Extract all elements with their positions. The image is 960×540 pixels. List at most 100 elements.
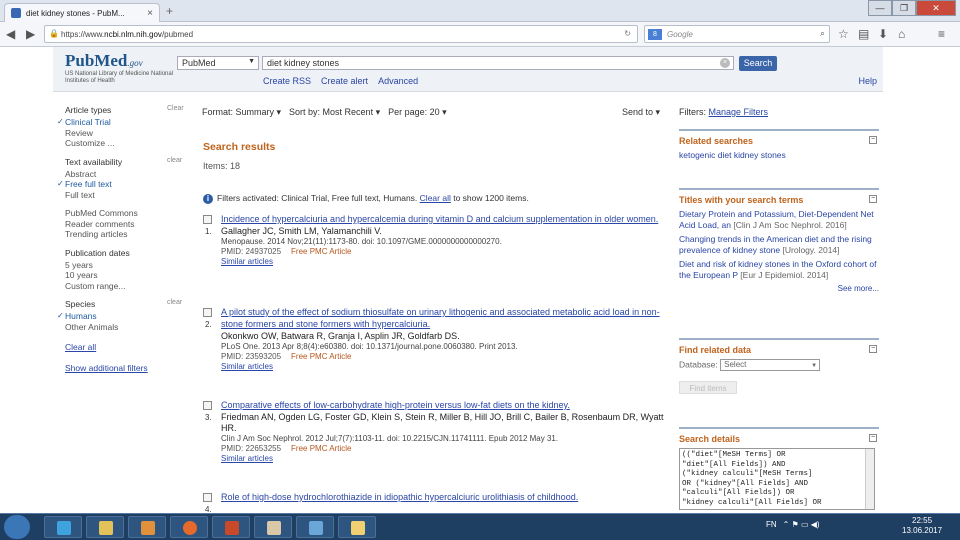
filter-item[interactable]: 5 years: [65, 260, 185, 271]
forward-arrow-icon[interactable]: ▶: [26, 27, 35, 41]
close-window-button[interactable]: ✕: [916, 0, 956, 16]
format-dropdown[interactable]: Format: Summary ▾: [202, 107, 281, 118]
search-details-textarea[interactable]: (("diet"[MeSH Terms] OR "diet"[All Field…: [679, 448, 875, 510]
similar-articles-link[interactable]: Similar articles: [221, 362, 669, 372]
free-pmc-link[interactable]: Free PMC Article: [291, 444, 351, 453]
result-checkbox[interactable]: [203, 215, 212, 224]
result-title-link[interactable]: Comparative effects of low-carbohydrate …: [221, 399, 669, 411]
search-button[interactable]: Search: [739, 56, 777, 71]
menu-icon[interactable]: ≡: [938, 27, 945, 41]
result-pmid: PMID: 22653255: [221, 444, 282, 453]
new-tab-button[interactable]: +: [166, 4, 173, 18]
help-link[interactable]: Help: [858, 76, 877, 86]
taskbar-media[interactable]: [128, 516, 166, 538]
search-input[interactable]: diet kidney stones ×: [262, 56, 734, 70]
close-tab-icon[interactable]: ×: [147, 8, 153, 19]
maximize-button[interactable]: ❐: [892, 0, 916, 16]
filter-item[interactable]: Custom range...: [65, 281, 185, 292]
clear-search-icon[interactable]: ×: [720, 58, 730, 68]
see-more-link[interactable]: See more...: [679, 284, 879, 293]
title-link[interactable]: Changing trends in the American diet and…: [679, 234, 879, 255]
panel-title: Related searches: [679, 136, 754, 146]
scrollbar[interactable]: [865, 449, 874, 509]
filter-item[interactable]: PubMed Commons: [65, 208, 185, 219]
collapse-icon[interactable]: −: [869, 345, 877, 353]
filter-item[interactable]: Other Animals: [65, 322, 185, 333]
find-items-button[interactable]: Find items: [679, 381, 737, 394]
browser-tab[interactable]: diet kidney stones - PubM... ×: [4, 3, 160, 22]
browser-tab-bar: diet kidney stones - PubM... × + — ❐ ✕: [0, 0, 960, 22]
create-rss-link[interactable]: Create RSS: [263, 76, 311, 86]
filter-clear-link[interactable]: clear: [167, 157, 182, 164]
result-checkbox[interactable]: [203, 493, 212, 502]
home-icon[interactable]: ⌂: [898, 27, 905, 41]
send-to-dropdown[interactable]: Send to ▾: [622, 107, 660, 118]
address-bar[interactable]: 🔒 https://www.ncbi.nlm.nih.gov/pubmed ↻: [44, 25, 638, 43]
tray-icons[interactable]: ⌃ ⚑ ▭ ◀): [783, 520, 820, 529]
back-arrow-icon[interactable]: ◀: [6, 27, 15, 41]
related-search-link[interactable]: ketogenic diet kidney stones: [679, 150, 879, 161]
result-title-link[interactable]: Incidence of hypercalciuria and hypercal…: [221, 213, 669, 225]
filter-item[interactable]: Abstract: [65, 169, 185, 180]
filter-item[interactable]: Clinical Trial: [57, 117, 185, 128]
taskbar-firefox[interactable]: [170, 516, 208, 538]
start-button[interactable]: [4, 515, 30, 539]
show-additional-filters-link[interactable]: Show additional filters: [65, 363, 185, 374]
panel-title: Find related data: [679, 345, 752, 355]
pubmed-logo[interactable]: PubMed.gov: [65, 51, 143, 71]
filter-item[interactable]: Reader comments: [65, 219, 185, 230]
clear-all-filters-link[interactable]: Clear all: [65, 342, 185, 353]
free-pmc-link[interactable]: Free PMC Article: [291, 352, 351, 361]
filter-item[interactable]: Review: [65, 128, 185, 139]
lock-icon: 🔒: [49, 29, 59, 38]
result-title-link[interactable]: A pilot study of the effect of sodium th…: [221, 306, 669, 330]
collapse-icon[interactable]: −: [869, 434, 877, 442]
folder-icon: [99, 521, 113, 535]
bookmark-star-icon[interactable]: ☆: [838, 27, 849, 41]
filter-clear-link[interactable]: clear: [167, 299, 182, 306]
similar-articles-link[interactable]: Similar articles: [221, 257, 669, 267]
advanced-link[interactable]: Advanced: [378, 76, 418, 86]
magnifier-icon[interactable]: ⌕: [820, 28, 825, 39]
filter-item[interactable]: 10 years: [65, 270, 185, 281]
language-indicator[interactable]: FN: [766, 520, 777, 529]
taskbar-paint[interactable]: [254, 516, 292, 538]
download-icon[interactable]: ⬇: [878, 27, 888, 41]
filter-clear-link[interactable]: Clear: [167, 105, 184, 112]
filter-item[interactable]: Trending articles: [65, 229, 185, 240]
clock[interactable]: 22:55 13.06.2017: [902, 516, 942, 536]
result-checkbox[interactable]: [203, 401, 212, 410]
filter-item[interactable]: Free full text: [57, 179, 185, 190]
collapse-icon[interactable]: −: [869, 195, 877, 203]
collapse-icon[interactable]: −: [869, 136, 877, 144]
filter-group-title: Article types: [65, 105, 112, 115]
sort-dropdown[interactable]: Sort by: Most Recent ▾: [289, 107, 380, 118]
result-title-link[interactable]: Role of high-dose hydrochlorothiazide in…: [221, 491, 669, 503]
filter-item[interactable]: Humans: [57, 311, 185, 322]
manage-filters-link[interactable]: Manage Filters: [709, 107, 769, 117]
taskbar-app[interactable]: [296, 516, 334, 538]
taskbar-powerpoint[interactable]: [212, 516, 250, 538]
create-alert-link[interactable]: Create alert: [321, 76, 368, 86]
taskbar-usb[interactable]: [338, 516, 376, 538]
filters-clear-all-link[interactable]: Clear all: [420, 193, 451, 203]
browser-nav-bar: ◀ ▶ 🔒 https://www.ncbi.nlm.nih.gov/pubme…: [0, 22, 960, 47]
similar-articles-link[interactable]: Similar articles: [221, 454, 669, 464]
related-database-select[interactable]: Select ▼: [720, 359, 821, 371]
filter-item[interactable]: Customize ...: [65, 138, 185, 149]
free-pmc-link[interactable]: Free PMC Article: [291, 247, 351, 256]
per-page-dropdown[interactable]: Per page: 20 ▾: [388, 107, 447, 118]
filter-group-text-availability: Text availability clear Abstract Free ful…: [57, 157, 185, 201]
taskbar-ie[interactable]: [44, 516, 82, 538]
reload-icon[interactable]: ↻: [624, 29, 631, 38]
related-database-value: Select: [724, 360, 747, 369]
filter-item[interactable]: Full text: [65, 190, 185, 201]
minimize-button[interactable]: —: [868, 0, 892, 16]
browser-search-field[interactable]: 8 Google ⌕: [644, 25, 830, 43]
title-link[interactable]: Diet and risk of kidney stones in the Ox…: [679, 259, 879, 280]
bookmarks-list-icon[interactable]: ▤: [858, 27, 869, 41]
result-checkbox[interactable]: [203, 308, 212, 317]
taskbar-explorer[interactable]: [86, 516, 124, 538]
database-select[interactable]: PubMed ▼: [177, 56, 259, 70]
title-link[interactable]: Dietary Protein and Potassium, Diet-Depe…: [679, 209, 879, 230]
